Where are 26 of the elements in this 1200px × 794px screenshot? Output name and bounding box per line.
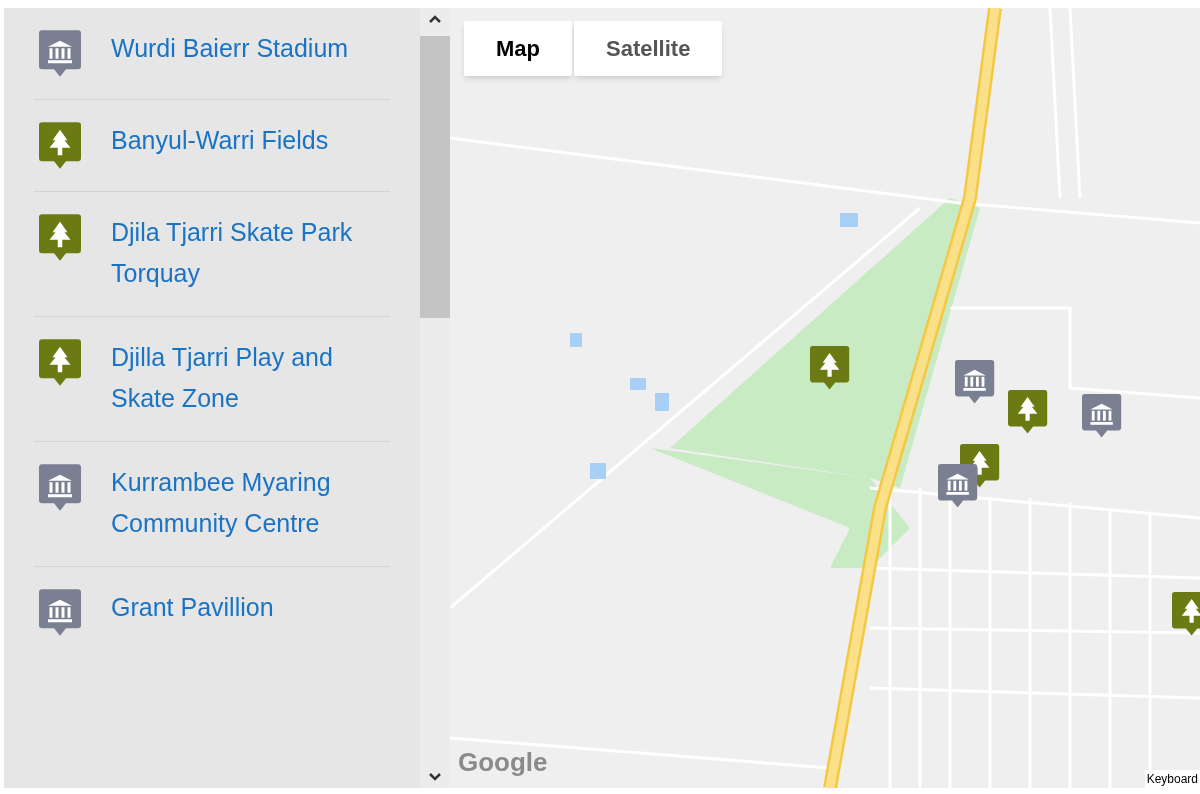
tree-marker-icon xyxy=(39,339,81,386)
tree-marker-icon xyxy=(39,122,81,169)
scrollbar-thumb[interactable] xyxy=(420,36,450,318)
map-type-tab[interactable]: Satellite xyxy=(574,21,723,76)
place-link[interactable]: Banyul-Warri Fields xyxy=(111,120,390,161)
building-marker-icon[interactable] xyxy=(938,464,978,508)
building-marker-icon[interactable] xyxy=(1082,394,1122,438)
map-type-tab[interactable]: Map xyxy=(464,21,572,76)
place-link[interactable]: Djilla Tjarri Play and Skate Zone xyxy=(111,337,390,419)
scrollbar[interactable] xyxy=(420,8,450,788)
tree-marker-icon[interactable] xyxy=(810,346,850,390)
building-marker-icon xyxy=(39,589,81,636)
place-link[interactable]: Kurrambee Myaring Community Centre xyxy=(111,462,390,544)
scroll-down-icon[interactable] xyxy=(428,772,442,782)
building-marker-icon xyxy=(39,464,81,511)
tree-marker-icon[interactable] xyxy=(1008,390,1048,434)
place-link[interactable]: Djila Tjarri Skate Park Torquay xyxy=(111,212,390,294)
building-marker-icon[interactable] xyxy=(955,360,995,404)
place-link[interactable]: Grant Pavillion xyxy=(111,587,390,628)
place-link[interactable]: Wurdi Baierr Stadium xyxy=(111,28,390,69)
tree-marker-icon xyxy=(39,214,81,261)
scroll-up-icon[interactable] xyxy=(428,14,442,24)
tree-marker-icon[interactable] xyxy=(1172,592,1200,636)
building-marker-icon xyxy=(39,30,81,77)
keyboard-shortcuts-link[interactable]: Keyboard xyxy=(1144,770,1200,788)
map-logo: Google xyxy=(458,746,548,779)
